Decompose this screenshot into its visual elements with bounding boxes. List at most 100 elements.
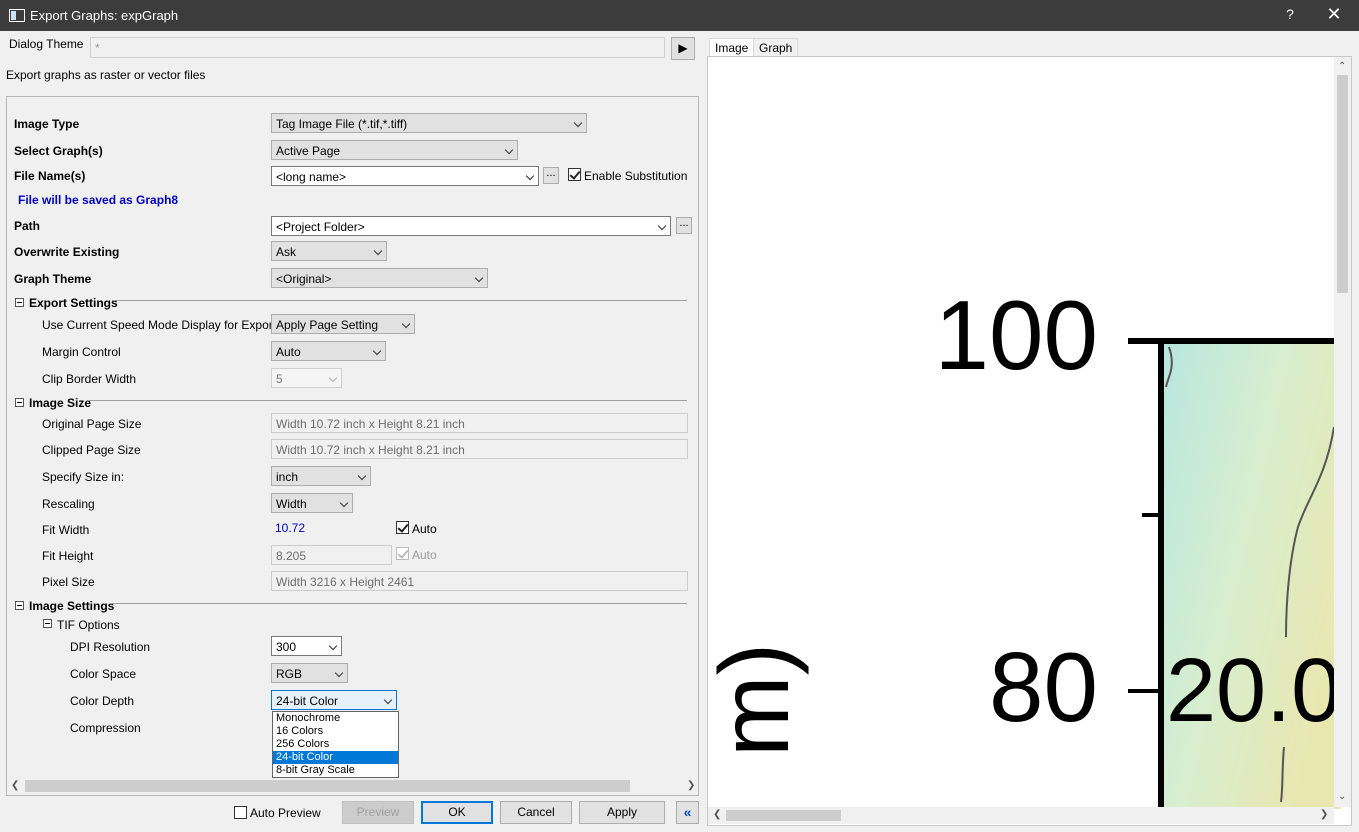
chevron-down-icon [383,695,393,705]
graph-theme-select[interactable]: <Original> [271,268,488,288]
clipped-page-size-field: Width 10.72 inch x Height 8.21 inch [271,439,688,459]
scroll-down-icon[interactable]: ⌄ [1338,791,1346,802]
window-title: Export Graphs: expGraph [30,8,179,23]
enable-substitution-checkbox[interactable] [568,168,581,181]
color-depth-label: Color Depth [70,694,135,708]
dialog-theme-select[interactable]: * [90,37,665,58]
image-type-label: Image Type [14,117,80,131]
preview-pane: 100 80 20.0 m) ⌃ ⌄ ❮ ❯ [707,56,1352,826]
chevron-down-icon [573,118,583,128]
dpi-resolution-label: DPI Resolution [70,640,151,654]
select-graphs-select[interactable]: Active Page [271,140,518,160]
scroll-up-icon[interactable]: ⌃ [1338,61,1346,72]
settings-horizontal-scrollbar[interactable]: ❮ ❯ [7,778,698,795]
export-settings-collapse-icon[interactable] [15,298,24,307]
original-page-size-field: Width 10.72 inch x Height 8.21 inch [271,413,688,433]
y-tick-label-80: 80 [989,632,1098,742]
scroll-right-icon[interactable]: ❯ [1320,809,1328,820]
tab-image[interactable]: Image [709,38,755,57]
chevron-down-icon [357,471,367,481]
preview-vertical-scrollbar[interactable]: ⌃ ⌄ [1334,57,1351,807]
color-depth-select[interactable]: 24-bit Color [271,690,397,710]
color-depth-option[interactable]: 256 Colors [273,738,398,751]
color-depth-option[interactable]: 8-bit Gray Scale [273,764,398,777]
rescaling-select[interactable]: Width [271,493,353,513]
preview-button[interactable]: Preview [342,801,414,824]
auto-preview-checkbox[interactable] [234,806,247,819]
dialog-theme-menu-button[interactable]: ▶ [671,37,695,60]
tif-options-collapse-icon[interactable] [43,619,52,628]
pixel-size-label: Pixel Size [42,575,95,589]
overwrite-select[interactable]: Ask [271,241,387,261]
specify-size-value: inch [276,470,299,484]
clip-border-label: Clip Border Width [42,372,137,386]
dpi-resolution-input[interactable]: 300 [271,636,342,656]
original-page-size-label: Original Page Size [42,417,142,431]
y-axis-title: m) [708,643,809,757]
rescaling-label: Rescaling [42,497,95,511]
scroll-left-icon[interactable]: ❮ [11,780,19,791]
chevron-down-icon [339,498,349,508]
tab-graph[interactable]: Graph [753,38,799,57]
pixel-size-field: Width 3216 x Height 2461 [271,571,688,591]
scrollbar-thumb[interactable] [726,810,841,821]
ok-button[interactable]: OK [421,801,493,824]
color-depth-option[interactable]: Monochrome [273,712,398,725]
scrollbar-thumb[interactable] [25,780,630,792]
speed-mode-select[interactable]: Apply Page Setting [271,314,415,334]
close-button[interactable]: ✕ [1322,4,1346,26]
image-settings-collapse-icon[interactable] [15,601,24,610]
fit-width-auto-checkbox[interactable] [396,521,409,534]
color-depth-option[interactable]: 16 Colors [273,725,398,738]
fit-width-value[interactable]: 10.72 [275,521,305,535]
chevron-down-icon [373,246,383,256]
file-names-browse-button[interactable]: ... [543,167,559,184]
contour-label: 20.0 [1166,641,1341,741]
app-icon [9,9,25,22]
margin-control-label: Margin Control [42,345,121,359]
graph-preview: 100 80 20.0 m) [708,280,1341,817]
scrollbar-thumb[interactable] [1337,75,1348,293]
title-bar: Export Graphs: expGraph ? ✕ [0,0,1359,31]
enable-substitution-label: Enable Substitution [584,169,688,183]
collapse-panel-button[interactable]: « [676,801,699,824]
path-browse-button[interactable]: ... [676,217,692,234]
scroll-right-icon[interactable]: ❯ [687,780,695,791]
color-depth-dropdown-list: Monochrome 16 Colors 256 Colors 24-bit C… [272,711,399,778]
section-divider [110,603,687,604]
color-depth-option-selected[interactable]: 24-bit Color [273,751,398,764]
chevron-down-icon [525,171,535,181]
clip-border-select[interactable]: 5 [271,368,342,388]
image-settings-header: Image Settings [29,599,115,613]
fit-height-auto-label: Auto [412,548,437,562]
path-value: <Project Folder> [276,220,365,234]
image-size-collapse-icon[interactable] [15,398,24,407]
cancel-button[interactable]: Cancel [500,801,572,824]
chevron-down-icon [474,273,484,283]
color-space-select[interactable]: RGB [271,663,348,683]
path-label: Path [14,219,41,233]
chevron-down-icon [334,668,344,678]
rescaling-value: Width [276,497,307,511]
image-type-select[interactable]: Tag Image File (*.tif,*.tiff) [271,113,587,133]
clipped-page-size-label: Clipped Page Size [42,443,141,457]
dialog-description: Export graphs as raster or vector files [6,68,206,82]
y-tick-label-100: 100 [934,280,1098,390]
select-graphs-label: Select Graph(s) [14,144,103,158]
file-names-value: <long name> [276,170,347,184]
specify-size-select[interactable]: inch [271,466,371,486]
fit-height-label: Fit Height [42,549,94,563]
margin-control-value: Auto [276,345,301,359]
preview-horizontal-scrollbar[interactable]: ❮ ❯ [708,807,1334,824]
overwrite-label: Overwrite Existing [14,245,120,259]
path-input[interactable]: <Project Folder> [271,216,671,236]
chevron-down-icon [657,221,667,231]
scroll-left-icon[interactable]: ❮ [713,809,721,820]
file-names-label: File Name(s) [14,169,86,183]
file-names-input[interactable]: <long name> [271,166,539,186]
speed-mode-label: Use Current Speed Mode Display for Expor… [42,318,277,332]
margin-control-select[interactable]: Auto [271,341,386,361]
apply-button[interactable]: Apply [579,801,665,824]
section-divider [112,300,687,301]
help-button[interactable]: ? [1280,6,1300,26]
